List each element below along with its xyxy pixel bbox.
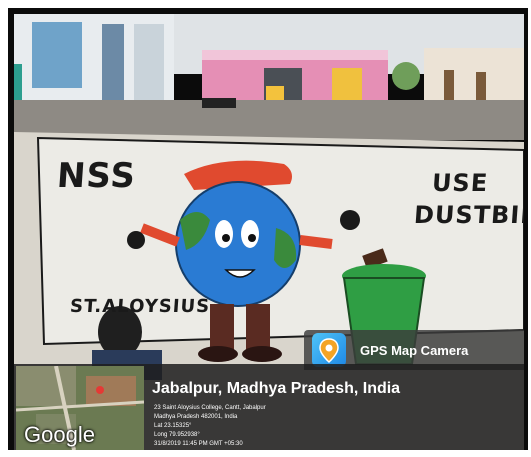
location-title: Jabalpur, Madhya Pradesh, India bbox=[152, 380, 401, 397]
yellow-door bbox=[332, 68, 362, 100]
longitude: Long 79.952938° bbox=[154, 432, 200, 438]
right-door-2 bbox=[476, 72, 486, 100]
pupil-right bbox=[248, 234, 256, 242]
address-line-1: 23 Saint Aloysius College, Cantt, Jabalp… bbox=[154, 405, 266, 411]
shoe-left bbox=[198, 346, 238, 362]
right-door bbox=[444, 70, 454, 100]
eye-right bbox=[241, 220, 259, 248]
mural-text-nss: NSS bbox=[55, 156, 138, 196]
app-name: GPS Map Camera bbox=[360, 342, 469, 358]
glove-left bbox=[127, 231, 145, 249]
leg-left bbox=[210, 304, 234, 350]
leg-right bbox=[246, 304, 270, 350]
pupil-left bbox=[222, 234, 230, 242]
google-logo: Google bbox=[24, 422, 95, 447]
yellow-panel bbox=[266, 86, 284, 100]
map-pin-icon bbox=[312, 333, 346, 367]
mural-text-use: USE bbox=[431, 169, 490, 197]
motorbike bbox=[202, 98, 236, 108]
tree bbox=[392, 62, 420, 90]
mural-text-dustbin: DUSTBIN bbox=[413, 201, 524, 229]
pink-building-roof bbox=[202, 50, 388, 60]
photo: NSS USE DUSTBIN ST.ALOYSIUS GPS Map Came… bbox=[14, 14, 524, 450]
location-info-panel: Google Jabalpur, Madhya Pradesh, India 2… bbox=[14, 364, 524, 450]
address-line-2: Madhya Pradesh 482001, India bbox=[154, 414, 238, 420]
arm-right bbox=[299, 235, 333, 249]
eye-left bbox=[215, 220, 233, 248]
photo-frame: NSS USE DUSTBIN ST.ALOYSIUS GPS Map Came… bbox=[8, 8, 528, 450]
building-window bbox=[32, 22, 82, 88]
location-details: 23 Saint Aloysius College, Cantt, Jabalp… bbox=[154, 404, 266, 449]
glove-right bbox=[340, 210, 360, 230]
mural-text-st-aloysius: ST.ALOYSIUS bbox=[69, 296, 211, 317]
latitude: Lat 23.15325° bbox=[154, 423, 192, 429]
shoe-right bbox=[242, 346, 282, 362]
map-thumbnail: Google bbox=[16, 366, 144, 450]
timestamp: 31/8/2019 11:45 PM GMT +05:30 bbox=[154, 441, 243, 447]
